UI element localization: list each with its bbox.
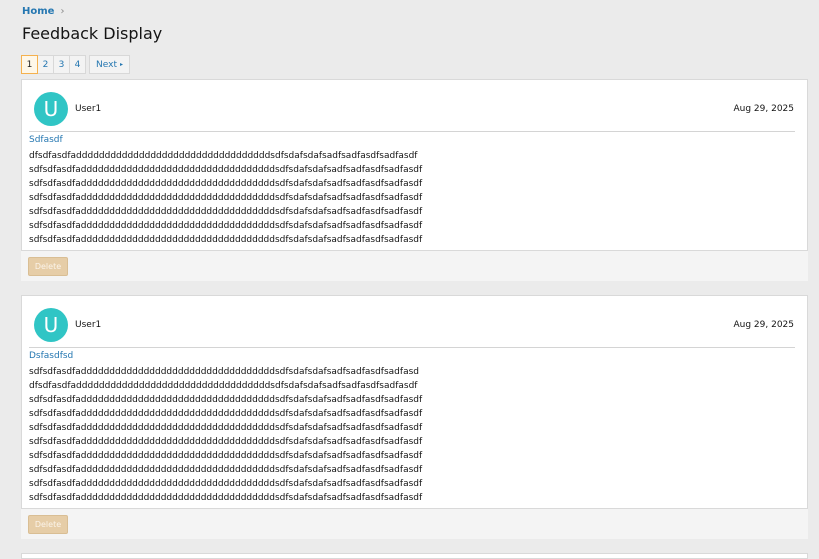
pagination: 1 2 3 4 Next ▸ [21, 55, 130, 74]
feedback-body-line: sdfsdfasdfaddddddddddddddddddddddddddddd… [29, 207, 423, 217]
card-divider [29, 347, 795, 348]
feedback-body-line: sdfsdfasdfaddddddddddddddddddddddddddddd… [29, 437, 423, 447]
feedback-body-line: sdfsdfasdfaddddddddddddddddddddddddddddd… [29, 235, 423, 245]
feedback-body-line: sdfsdfasdfaddddddddddddddddddddddddddddd… [29, 165, 423, 175]
breadcrumb: Home › [22, 6, 64, 17]
delete-button[interactable]: Delete [28, 515, 68, 534]
page-button-4[interactable]: 4 [69, 55, 86, 74]
page-button-1[interactable]: 1 [21, 55, 38, 74]
avatar: U [34, 92, 68, 126]
next-page-label: Next [96, 59, 117, 70]
feedback-card: U User1 Aug 29, 2025 Sdfasdf dfsdfasdfad… [21, 79, 808, 251]
page-button-3[interactable]: 3 [53, 55, 70, 74]
feedback-body-line: sdfsdfasdfaddddddddddddddddddddddddddddd… [29, 465, 423, 475]
feedback-subject: Dsfasdfsd [29, 351, 74, 361]
avatar: U [34, 308, 68, 342]
caret-right-icon: ▸ [119, 61, 123, 68]
feedback-body-line: sdfsdfasdfaddddddddddddddddddddddddddddd… [29, 193, 423, 203]
feedback-body-line: sdfsdfasdfaddddddddddddddddddddddddddddd… [29, 179, 423, 189]
feedback-card-partial [21, 553, 808, 559]
feedback-date: Aug 29, 2025 [733, 320, 794, 330]
page-title: Feedback Display [22, 24, 163, 43]
breadcrumb-separator-icon: › [60, 6, 65, 17]
feedback-username: User1 [75, 320, 102, 330]
feedback-actions: Delete [21, 251, 808, 281]
feedback-body-line: dfsdfasdfadddddddddddddddddddddddddddddd… [29, 151, 418, 161]
feedback-body-line: sdfsdfasdfaddddddddddddddddddddddddddddd… [29, 479, 423, 489]
feedback-body: sdfsdfasdfaddddddddddddddddddddddddddddd… [29, 365, 422, 505]
next-page-button[interactable]: Next ▸ [89, 55, 130, 74]
feedback-body-line: sdfsdfasdfaddddddddddddddddddddddddddddd… [29, 451, 423, 461]
feedback-card-header: U User1 Aug 29, 2025 [22, 80, 807, 132]
page-button-2[interactable]: 2 [37, 55, 54, 74]
feedback-body-line: dfsdfasdfadddddddddddddddddddddddddddddd… [29, 381, 418, 391]
feedback-actions: Delete [21, 509, 808, 539]
delete-button[interactable]: Delete [28, 257, 68, 276]
feedback-body-line: sdfsdfasdfaddddddddddddddddddddddddddddd… [29, 423, 423, 433]
feedback-date: Aug 29, 2025 [733, 104, 794, 114]
feedback-subject: Sdfasdf [29, 135, 63, 145]
breadcrumb-home-link[interactable]: Home [22, 6, 54, 17]
card-divider [29, 131, 795, 132]
feedback-body-line: sdfsdfasdfaddddddddddddddddddddddddddddd… [29, 395, 423, 405]
feedback-body-line: sdfsdfasdfaddddddddddddddddddddddddddddd… [29, 367, 419, 377]
feedback-card: U User1 Aug 29, 2025 Dsfasdfsd sdfsdfasd… [21, 295, 808, 509]
feedback-body-line: sdfsdfasdfaddddddddddddddddddddddddddddd… [29, 409, 423, 419]
feedback-body-line: sdfsdfasdfaddddddddddddddddddddddddddddd… [29, 493, 423, 503]
feedback-card-header: U User1 Aug 29, 2025 [22, 296, 807, 348]
feedback-body: dfsdfasdfadddddddddddddddddddddddddddddd… [29, 149, 422, 247]
feedback-body-line: sdfsdfasdfaddddddddddddddddddddddddddddd… [29, 221, 423, 231]
feedback-username: User1 [75, 104, 102, 114]
